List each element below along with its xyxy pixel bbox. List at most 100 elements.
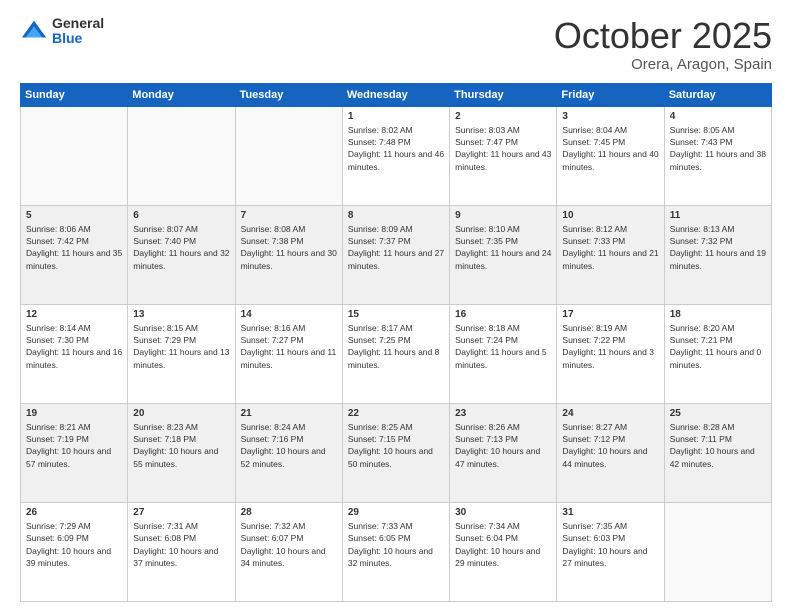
daylight-text: Daylight: 11 hours and 21 minutes.: [562, 248, 658, 270]
day-info: Sunrise: 7:32 AM Sunset: 6:07 PM Dayligh…: [241, 520, 337, 569]
sunset-text: Sunset: 7:18 PM: [133, 434, 196, 444]
sunset-text: Sunset: 7:43 PM: [670, 137, 733, 147]
sunrise-text: Sunrise: 8:07 AM: [133, 224, 198, 234]
day-number: 9: [455, 210, 551, 221]
daylight-text: Daylight: 10 hours and 52 minutes.: [241, 446, 326, 468]
calendar-cell: 5 Sunrise: 8:06 AM Sunset: 7:42 PM Dayli…: [21, 205, 128, 304]
day-info: Sunrise: 8:07 AM Sunset: 7:40 PM Dayligh…: [133, 223, 229, 272]
day-number: 10: [562, 210, 658, 221]
calendar-row-5: 26 Sunrise: 7:29 AM Sunset: 6:09 PM Dayl…: [21, 502, 772, 601]
calendar-cell: 4 Sunrise: 8:05 AM Sunset: 7:43 PM Dayli…: [664, 106, 771, 205]
sunrise-text: Sunrise: 8:12 AM: [562, 224, 627, 234]
header-saturday: Saturday: [664, 83, 771, 106]
day-number: 5: [26, 210, 122, 221]
sunset-text: Sunset: 7:22 PM: [562, 335, 625, 345]
day-number: 25: [670, 408, 766, 419]
calendar-cell: 20 Sunrise: 8:23 AM Sunset: 7:18 PM Dayl…: [128, 403, 235, 502]
daylight-text: Daylight: 10 hours and 27 minutes.: [562, 546, 647, 568]
calendar-cell: 2 Sunrise: 8:03 AM Sunset: 7:47 PM Dayli…: [450, 106, 557, 205]
day-number: 7: [241, 210, 337, 221]
sunset-text: Sunset: 7:37 PM: [348, 236, 411, 246]
calendar-cell: 1 Sunrise: 8:02 AM Sunset: 7:48 PM Dayli…: [342, 106, 449, 205]
day-info: Sunrise: 8:19 AM Sunset: 7:22 PM Dayligh…: [562, 322, 658, 371]
calendar-row-4: 19 Sunrise: 8:21 AM Sunset: 7:19 PM Dayl…: [21, 403, 772, 502]
sunset-text: Sunset: 7:16 PM: [241, 434, 304, 444]
sunset-text: Sunset: 7:42 PM: [26, 236, 89, 246]
calendar-cell: 29 Sunrise: 7:33 AM Sunset: 6:05 PM Dayl…: [342, 502, 449, 601]
day-number: 23: [455, 408, 551, 419]
calendar-cell: 17 Sunrise: 8:19 AM Sunset: 7:22 PM Dayl…: [557, 304, 664, 403]
day-info: Sunrise: 8:21 AM Sunset: 7:19 PM Dayligh…: [26, 421, 122, 470]
sunrise-text: Sunrise: 8:13 AM: [670, 224, 735, 234]
daylight-text: Daylight: 11 hours and 35 minutes.: [26, 248, 122, 270]
day-number: 27: [133, 507, 229, 518]
calendar-table: Sunday Monday Tuesday Wednesday Thursday…: [20, 83, 772, 602]
calendar-row-1: 1 Sunrise: 8:02 AM Sunset: 7:48 PM Dayli…: [21, 106, 772, 205]
day-number: 31: [562, 507, 658, 518]
sunset-text: Sunset: 7:19 PM: [26, 434, 89, 444]
daylight-text: Daylight: 11 hours and 3 minutes.: [562, 347, 654, 369]
calendar-cell: 26 Sunrise: 7:29 AM Sunset: 6:09 PM Dayl…: [21, 502, 128, 601]
day-info: Sunrise: 8:08 AM Sunset: 7:38 PM Dayligh…: [241, 223, 337, 272]
sunrise-text: Sunrise: 8:21 AM: [26, 422, 91, 432]
sunrise-text: Sunrise: 8:17 AM: [348, 323, 413, 333]
calendar-cell: 24 Sunrise: 8:27 AM Sunset: 7:12 PM Dayl…: [557, 403, 664, 502]
sunset-text: Sunset: 7:30 PM: [26, 335, 89, 345]
day-info: Sunrise: 7:34 AM Sunset: 6:04 PM Dayligh…: [455, 520, 551, 569]
sunset-text: Sunset: 7:25 PM: [348, 335, 411, 345]
calendar-cell: 6 Sunrise: 8:07 AM Sunset: 7:40 PM Dayli…: [128, 205, 235, 304]
day-info: Sunrise: 8:12 AM Sunset: 7:33 PM Dayligh…: [562, 223, 658, 272]
daylight-text: Daylight: 11 hours and 5 minutes.: [455, 347, 547, 369]
day-number: 15: [348, 309, 444, 320]
day-info: Sunrise: 8:18 AM Sunset: 7:24 PM Dayligh…: [455, 322, 551, 371]
daylight-text: Daylight: 10 hours and 44 minutes.: [562, 446, 647, 468]
day-number: 2: [455, 111, 551, 122]
sunset-text: Sunset: 7:32 PM: [670, 236, 733, 246]
day-number: 21: [241, 408, 337, 419]
sunrise-text: Sunrise: 8:19 AM: [562, 323, 627, 333]
calendar-cell: 25 Sunrise: 8:28 AM Sunset: 7:11 PM Dayl…: [664, 403, 771, 502]
sunrise-text: Sunrise: 7:31 AM: [133, 521, 198, 531]
logo-general-text: General: [52, 16, 104, 31]
day-number: 13: [133, 309, 229, 320]
sunset-text: Sunset: 7:27 PM: [241, 335, 304, 345]
sunset-text: Sunset: 7:35 PM: [455, 236, 518, 246]
month-title: October 2025: [554, 16, 772, 56]
daylight-text: Daylight: 11 hours and 46 minutes.: [348, 149, 444, 171]
day-info: Sunrise: 7:33 AM Sunset: 6:05 PM Dayligh…: [348, 520, 444, 569]
sunset-text: Sunset: 7:48 PM: [348, 137, 411, 147]
day-info: Sunrise: 8:13 AM Sunset: 7:32 PM Dayligh…: [670, 223, 766, 272]
calendar-cell: 7 Sunrise: 8:08 AM Sunset: 7:38 PM Dayli…: [235, 205, 342, 304]
logo-text: General Blue: [52, 16, 104, 47]
day-info: Sunrise: 8:03 AM Sunset: 7:47 PM Dayligh…: [455, 124, 551, 173]
calendar-cell: 23 Sunrise: 8:26 AM Sunset: 7:13 PM Dayl…: [450, 403, 557, 502]
daylight-text: Daylight: 11 hours and 13 minutes.: [133, 347, 229, 369]
page: General Blue October 2025 Orera, Aragon,…: [0, 0, 792, 612]
calendar-cell: [21, 106, 128, 205]
day-number: 19: [26, 408, 122, 419]
sunrise-text: Sunrise: 8:25 AM: [348, 422, 413, 432]
daylight-text: Daylight: 11 hours and 8 minutes.: [348, 347, 440, 369]
day-number: 8: [348, 210, 444, 221]
location: Orera, Aragon, Spain: [554, 56, 772, 73]
daylight-text: Daylight: 10 hours and 55 minutes.: [133, 446, 218, 468]
sunset-text: Sunset: 7:29 PM: [133, 335, 196, 345]
sunrise-text: Sunrise: 8:14 AM: [26, 323, 91, 333]
calendar-cell: 13 Sunrise: 8:15 AM Sunset: 7:29 PM Dayl…: [128, 304, 235, 403]
sunrise-text: Sunrise: 8:23 AM: [133, 422, 198, 432]
day-info: Sunrise: 8:17 AM Sunset: 7:25 PM Dayligh…: [348, 322, 444, 371]
day-info: Sunrise: 8:02 AM Sunset: 7:48 PM Dayligh…: [348, 124, 444, 173]
day-info: Sunrise: 8:14 AM Sunset: 7:30 PM Dayligh…: [26, 322, 122, 371]
sunset-text: Sunset: 6:03 PM: [562, 533, 625, 543]
day-info: Sunrise: 7:35 AM Sunset: 6:03 PM Dayligh…: [562, 520, 658, 569]
daylight-text: Daylight: 10 hours and 47 minutes.: [455, 446, 540, 468]
day-number: 4: [670, 111, 766, 122]
sunrise-text: Sunrise: 8:03 AM: [455, 125, 520, 135]
daylight-text: Daylight: 10 hours and 32 minutes.: [348, 546, 433, 568]
calendar-cell: 28 Sunrise: 7:32 AM Sunset: 6:07 PM Dayl…: [235, 502, 342, 601]
title-block: October 2025 Orera, Aragon, Spain: [554, 16, 772, 73]
header: General Blue October 2025 Orera, Aragon,…: [20, 16, 772, 73]
sunset-text: Sunset: 7:33 PM: [562, 236, 625, 246]
calendar-cell: 3 Sunrise: 8:04 AM Sunset: 7:45 PM Dayli…: [557, 106, 664, 205]
day-number: 24: [562, 408, 658, 419]
